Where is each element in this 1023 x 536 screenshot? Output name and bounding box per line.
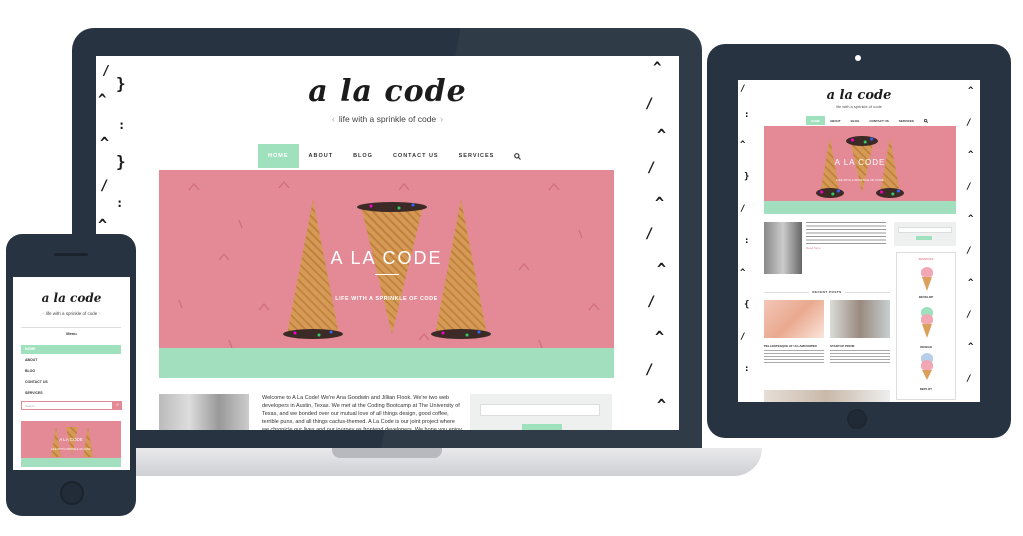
phone-screen: a la code ‹ life with a sprinkle of code… <box>13 277 130 470</box>
site-logo[interactable]: a la code <box>134 74 641 109</box>
service-design: DESIGN <box>920 345 932 349</box>
phone-hero-band <box>21 458 121 467</box>
tablet-screen: /: ^ } /: ^{/ : ^ / ^ / ^ / ^ / ^ / a la code li… <box>738 80 980 402</box>
phone-nav-blog[interactable]: BLOG <box>21 367 121 376</box>
tablet-nav-home[interactable]: HOME <box>806 116 825 125</box>
tablet-pattern-right: ^ / ^ / ^ / ^ / ^ / <box>966 86 974 384</box>
phone-nav-about[interactable]: ABOUT <box>21 356 121 365</box>
tablet-pattern-left: /: ^ } /: ^{/ : <box>740 84 750 374</box>
tablet-recent-posts-text: RECENT POSTS <box>809 290 845 294</box>
tablet-home-button[interactable] <box>847 409 867 429</box>
tablet-services-widget: SERVICES DEVELOP DESIGN DEPLOY <box>896 252 956 400</box>
phone-menu-divider <box>21 327 121 328</box>
tablet-nav: HOME ABOUT BLOG CONTACT US SERVICES <box>806 116 933 125</box>
tablet-recent-posts-label: RECENT POSTS <box>764 290 890 294</box>
author-photo <box>159 394 249 430</box>
tablet-nav-contact-us[interactable]: CONTACT US <box>864 116 893 125</box>
phone-site-logo[interactable]: a la code <box>13 291 130 305</box>
phone-menu-label[interactable]: Menu <box>13 331 130 336</box>
hero-divider <box>375 274 399 275</box>
tablet-nav-services[interactable]: SERVICES <box>894 116 919 125</box>
phone-home-button[interactable] <box>60 481 84 505</box>
phone-cone-left <box>51 427 61 457</box>
tablet-camera <box>855 55 861 61</box>
pattern-right: ^ / ^ / ^ / ^ / ^ / ^ <box>641 56 679 430</box>
chevron-right-icon: › <box>440 114 444 124</box>
laptop-screen: / } ^ : ^ } / : ^ { / : ^ } / : a la cod… <box>96 56 679 430</box>
ice-cream-icon <box>921 267 933 291</box>
tablet-post-image-2[interactable] <box>830 300 890 338</box>
tablet-author-photo <box>764 222 802 274</box>
tablet-site-logo[interactable]: a la code <box>738 88 980 103</box>
hero-subtitle: LIFE WITH A SPRINKLE OF CODE <box>335 296 438 302</box>
phone-cone-right <box>83 427 93 457</box>
tablet-post-excerpt-1 <box>764 350 824 364</box>
tagline-text: life with a sprinkle of code <box>338 114 437 124</box>
intro-text: Welcome to A La Code! We're Ana Goodwin … <box>262 395 462 430</box>
ice-cream-cone-center <box>357 202 427 334</box>
tablet-search-widget <box>894 222 956 246</box>
phone-hero-subtitle: LIFE WITH A SPRINKLE OF CODE <box>51 448 91 451</box>
sidebar-search-widget <box>470 394 612 430</box>
phone-nav-home[interactable]: HOME <box>21 345 121 354</box>
tablet-hero-banner: A LA CODE LIFE WITH A SPRINKLE OF CODE <box>764 126 956 214</box>
tablet-hero-subtitle: LIFE WITH A SPRINKLE OF CODE <box>836 178 884 182</box>
site-tagline: ‹ life with a sprinkle of code › <box>134 114 641 124</box>
laptop-notch <box>332 448 442 458</box>
service-deploy: DEPLOY <box>919 387 933 391</box>
tablet-post-title-2[interactable]: STARTUP PRIUM <box>830 344 854 348</box>
phone-tagline-text: life with a sprinkle of code <box>45 311 98 316</box>
ice-cream-icon <box>921 353 933 380</box>
phone-hero-title: A LA CODE <box>59 437 83 442</box>
hero-mint-band <box>159 348 614 378</box>
main-nav: HOME ABOUT BLOG CONTACT US SERVICES <box>258 144 531 168</box>
sidebar-search-input[interactable] <box>480 404 600 416</box>
tablet-services-label: SERVICES <box>918 257 934 261</box>
hero-banner: A LA CODE LIFE WITH A SPRINKLE OF CODE <box>159 170 614 378</box>
phone-speaker <box>54 253 88 256</box>
tablet-tagline: life with a sprinkle of code <box>836 104 882 109</box>
tablet-search-button[interactable] <box>916 236 932 240</box>
phone-tagline: ‹ life with a sprinkle of code › <box>13 311 130 316</box>
tablet-post-image-3[interactable] <box>764 390 890 402</box>
tablet-post-image-1[interactable] <box>764 300 824 338</box>
nav-contact-us[interactable]: CONTACT US <box>383 144 449 168</box>
search-icon[interactable]: ⌕ <box>113 401 122 410</box>
nav-services[interactable]: SERVICES <box>449 144 505 168</box>
ice-cream-icon <box>921 307 933 338</box>
tablet-post-title-1[interactable]: PELLENTESQUE AT ULLAMCORPER <box>764 344 817 348</box>
nav-home[interactable]: HOME <box>258 144 299 168</box>
tablet-intro-text <box>806 222 886 244</box>
phone-search-input[interactable]: Search <box>21 401 113 410</box>
tablet-read-more-link[interactable]: Read More <box>806 246 821 250</box>
nav-blog[interactable]: BLOG <box>343 144 383 168</box>
phone-nav-services[interactable]: SERVICES <box>21 389 121 398</box>
tablet-search-input[interactable] <box>898 227 952 233</box>
tablet-hero-title: A LA CODE <box>834 158 886 167</box>
service-develop: DEVELOP <box>918 295 934 299</box>
phone-nav-contact-us[interactable]: CONTACT US <box>21 378 121 387</box>
search-icon[interactable] <box>919 116 933 125</box>
chevron-right-icon: › <box>97 311 101 316</box>
laptop-page: a la code ‹ life with a sprinkle of code ›… <box>134 56 641 430</box>
tablet-nav-blog[interactable]: BLOG <box>846 116 865 125</box>
tablet-nav-about[interactable]: ABOUT <box>825 116 846 125</box>
tablet-hero-band <box>764 201 956 214</box>
phone-hero-banner: A LA CODE LIFE WITH A SPRINKLE OF CODE <box>21 421 121 467</box>
search-icon[interactable] <box>504 144 531 168</box>
chevron-left-icon: ‹ <box>331 114 335 124</box>
nav-about[interactable]: ABOUT <box>299 144 344 168</box>
hero-title: A LA CODE <box>330 248 443 268</box>
tablet-post-excerpt-2 <box>830 350 890 364</box>
sidebar-search-button[interactable] <box>522 424 562 430</box>
device-mockup-stage: / } ^ : ^ } / : ^ { / : ^ } / : a la cod… <box>0 0 1023 536</box>
